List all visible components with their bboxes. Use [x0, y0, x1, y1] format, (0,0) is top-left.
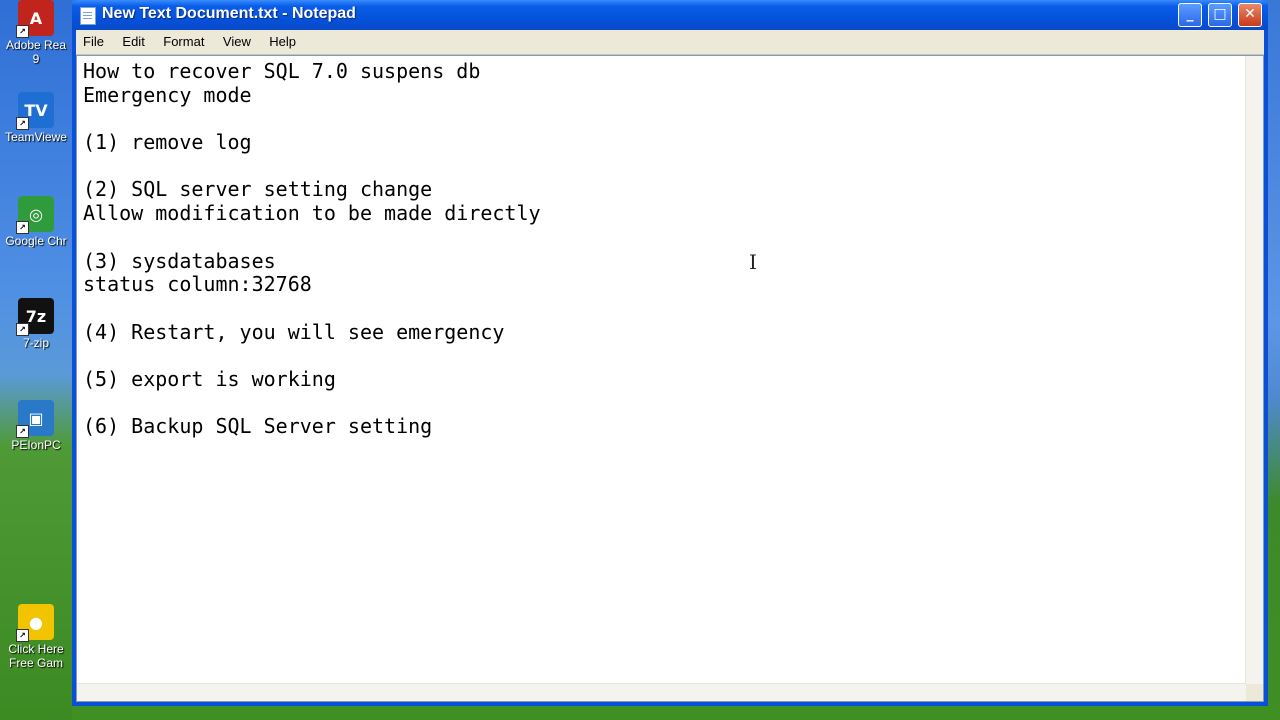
notepad-window: New Text Document.txt - Notepad _ □ ✕ Fi…	[72, 0, 1268, 706]
shortcut-arrow-icon: ↗	[16, 25, 29, 38]
menu-edit[interactable]: Edit	[115, 30, 151, 54]
seven-zip-icon: 7z ↗	[16, 298, 54, 336]
desktop-shortcut[interactable]: ▣ ↗ PEIonPC	[0, 400, 72, 452]
menu-file[interactable]: File	[76, 30, 111, 54]
desktop-shortcut-label: 7-zip	[22, 336, 49, 350]
text-cursor-icon: I	[749, 250, 757, 274]
desktop-shortcut-label-line2: 9	[32, 52, 40, 66]
notepad-icon[interactable]	[80, 7, 96, 25]
text-line: (4) Restart, you will see emergency	[83, 319, 505, 344]
resize-grip[interactable]	[1246, 684, 1263, 701]
minimize-button[interactable]: _	[1178, 3, 1202, 27]
desktop-shortcut-label: Click Here	[8, 642, 64, 656]
desktop-shortcut[interactable]: TV ↗ TeamViewe	[0, 92, 72, 144]
menu-help[interactable]: Help	[262, 30, 303, 54]
text-line	[83, 344, 1241, 368]
desktop-shortcut[interactable]: ◎ ↗ Google Chr	[0, 196, 72, 248]
desktop-shortcut-label: Google Chr	[5, 234, 67, 248]
horizontal-scrollbar[interactable]	[77, 683, 1246, 701]
menu-bar: File Edit Format View Help	[76, 30, 1264, 55]
close-button[interactable]: ✕	[1238, 3, 1262, 27]
google-chrome-icon: ◎ ↗	[16, 196, 54, 234]
free-games-icon: ● ↗	[16, 604, 54, 642]
shortcut-arrow-icon: ↗	[16, 323, 29, 336]
text-line: (2) SQL server setting change	[83, 177, 433, 202]
shortcut-arrow-icon: ↗	[16, 629, 29, 642]
shortcut-arrow-icon: ↗	[16, 221, 29, 234]
text-line	[83, 392, 1241, 416]
text-line	[83, 297, 1241, 321]
text-line	[83, 155, 1241, 179]
text-line: Allow modification to be made directly	[83, 201, 541, 226]
desktop-shortcut[interactable]: 7z ↗ 7-zip	[0, 298, 72, 350]
peionpc-icon: ▣ ↗	[16, 400, 54, 438]
maximize-button[interactable]: □	[1208, 3, 1232, 27]
desktop-shortcut[interactable]: A ↗ Adobe Rea 9	[0, 0, 72, 66]
teamviewer-icon: TV ↗	[16, 92, 54, 130]
text-line: (3) sysdatabases	[83, 248, 276, 273]
desktop-shortcut-label: TeamViewe	[5, 130, 67, 144]
vertical-scrollbar[interactable]	[1245, 56, 1263, 684]
adobe-reader-icon: A ↗	[16, 0, 54, 38]
document-text[interactable]: How to recover SQL 7.0 suspens db Emergen…	[79, 58, 1245, 683]
text-line: status column:32768	[83, 272, 312, 297]
text-line: Emergency mode	[83, 82, 252, 107]
text-line	[83, 107, 1241, 131]
text-line: (6) Backup SQL Server setting	[83, 414, 433, 439]
desktop-shortcut-label: Adobe Rea	[5, 38, 67, 52]
shortcut-arrow-icon: ↗	[16, 117, 29, 130]
desktop-shortcut-label: PEIonPC	[11, 438, 61, 452]
text-line	[83, 226, 1241, 250]
shortcut-arrow-icon: ↗	[16, 425, 29, 438]
text-line: (5) export is working	[83, 366, 336, 391]
window-title: New Text Document.txt - Notepad	[102, 5, 356, 22]
text-line: How to recover SQL 7.0 suspens db	[83, 59, 481, 83]
desktop-background: A ↗ Adobe Rea 9 TV ↗ TeamViewe ◎ ↗ Google Chr 7…	[0, 0, 72, 720]
desktop-shortcut-label-line2: Free Gam	[8, 656, 63, 670]
menu-view[interactable]: View	[216, 30, 258, 54]
title-bar[interactable]: New Text Document.txt - Notepad _ □ ✕	[72, 0, 1268, 30]
text-editor[interactable]: How to recover SQL 7.0 suspens db Emergen…	[76, 55, 1264, 702]
text-line: (1) remove log	[83, 130, 252, 155]
desktop-shortcut[interactable]: ● ↗ Click Here Free Gam	[0, 604, 72, 670]
menu-format[interactable]: Format	[156, 30, 211, 54]
